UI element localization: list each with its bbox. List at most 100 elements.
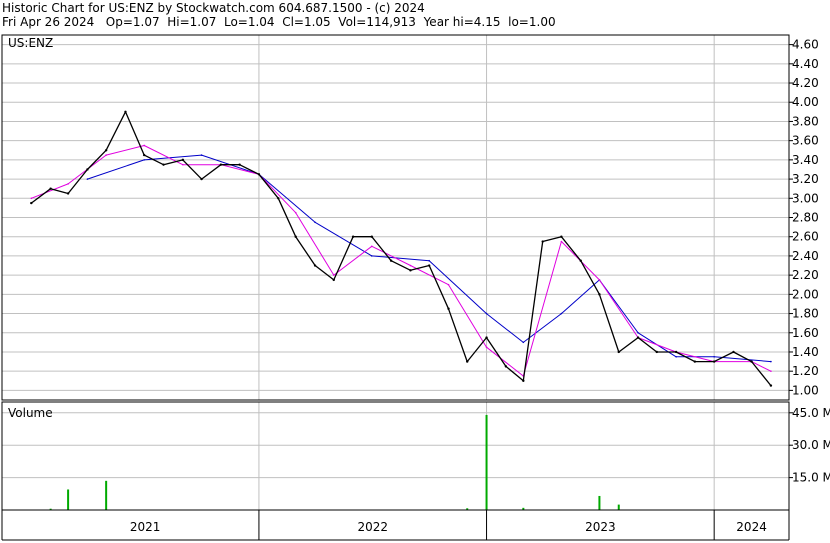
price-point (750, 360, 753, 363)
ma_long-point (522, 341, 525, 344)
ma_short-point (143, 144, 145, 147)
price-tick-label: 3.60 (792, 134, 819, 148)
price-point (447, 307, 450, 310)
price-axis: 4.60 4.40 4.20 4.00 3.80 3.60 3.40 3.20 3.00 2.80… (789, 38, 819, 397)
ma_long-point (86, 178, 89, 180)
price-point (409, 269, 412, 272)
price-tick-label: 1.60 (792, 326, 819, 340)
ma_long-point (314, 221, 316, 224)
volume-bar (617, 504, 620, 510)
price-point (277, 197, 280, 200)
price-tick-label: 3.80 (792, 114, 819, 128)
price-grid (2, 35, 789, 400)
year-label: 2024 (736, 520, 767, 534)
price-point (370, 235, 374, 238)
price-point (522, 379, 525, 382)
ma_short-point (182, 163, 184, 166)
price-point (49, 187, 52, 190)
ma_short-point (598, 279, 601, 281)
price-tick-label: 3.00 (792, 191, 819, 205)
ma_short-point (294, 211, 297, 214)
price-point (598, 293, 601, 296)
price-series (30, 110, 773, 387)
price-point (466, 360, 469, 363)
price-tick-label: 3.40 (792, 153, 819, 167)
year-label: 2021 (130, 520, 161, 534)
price-point (351, 235, 355, 238)
ma_long-point (713, 355, 715, 358)
ma_long-point (371, 255, 373, 257)
price-point (655, 350, 658, 354)
time-axis: 2021 2022 2023 2024 (1, 510, 790, 541)
price-point (219, 163, 223, 166)
price-point (238, 163, 241, 166)
price-point (541, 240, 544, 243)
price-tick-label: 1.00 (792, 383, 819, 397)
ma_long-point (560, 312, 563, 315)
ma_long-point (675, 355, 677, 358)
volume-grid (2, 402, 789, 510)
price-point (617, 350, 620, 354)
year-label: 2022 (357, 520, 388, 534)
price-point (162, 163, 165, 166)
price-point (427, 264, 431, 267)
price-point (294, 235, 297, 238)
ma_short-point (67, 183, 69, 185)
ticker-label: US:ENZ (8, 36, 53, 50)
price-point (712, 360, 716, 363)
price-point (332, 278, 335, 282)
price-point (257, 173, 261, 176)
price-tick-label: 2.20 (792, 268, 819, 282)
price-point (693, 360, 697, 363)
volume-axis: 45.0 M 30.0 M 15.0 M (789, 406, 830, 485)
volume-tick-label: 45.0 M (792, 406, 830, 420)
price-tick-label: 1.40 (792, 345, 819, 359)
price-point (560, 235, 563, 238)
price-tick-label: 1.80 (792, 307, 819, 321)
price-point (142, 153, 146, 157)
price-point (30, 201, 33, 205)
volume-tick-label: 15.0 M (792, 471, 830, 485)
price-tick-label: 2.00 (792, 287, 819, 301)
ma_short-point (447, 283, 450, 286)
ma_long-point (485, 312, 488, 315)
ma_long-point (637, 331, 639, 334)
price-point (104, 149, 108, 152)
price-tick-label: 4.00 (792, 95, 819, 109)
price-point (313, 264, 317, 267)
volume-bar (485, 414, 488, 510)
ma_short-point (105, 154, 107, 156)
volume-bar (67, 489, 70, 510)
volume-panel-frame (1, 401, 790, 511)
ma_long-point (200, 154, 203, 156)
stock-chart: 4.60 4.40 4.20 4.00 3.80 3.60 3.40 3.20 3.00 2.80… (1, 34, 830, 541)
price-line (30, 111, 772, 387)
ma_short-line (31, 145, 772, 377)
price-tick-label: 1.20 (792, 364, 819, 378)
price-point (389, 259, 393, 262)
price-tick-label: 2.80 (792, 211, 819, 225)
price-point (66, 192, 70, 195)
ma_long-point (428, 259, 430, 262)
price-point (181, 158, 185, 162)
price-point (636, 336, 640, 339)
volume-label: Volume (8, 406, 53, 420)
price-point (674, 350, 678, 354)
price-tick-label: 2.40 (792, 249, 819, 263)
price-tick-label: 2.60 (792, 230, 819, 244)
volume-bar (598, 495, 601, 510)
year-label: 2023 (585, 520, 616, 534)
price-point (579, 259, 582, 262)
ma_long-line (87, 154, 771, 363)
ma_long-point (143, 159, 145, 161)
volume-bar (105, 480, 108, 510)
volume-tick-label: 30.0 M (792, 438, 830, 452)
price-point (124, 110, 127, 114)
ma_long-point (770, 360, 772, 363)
price-point (86, 168, 89, 171)
ma_short-point (409, 264, 412, 267)
ma_short-point (371, 245, 373, 248)
ma_short-point (770, 370, 772, 372)
price-point (504, 365, 508, 368)
ma_short-point (332, 274, 335, 276)
